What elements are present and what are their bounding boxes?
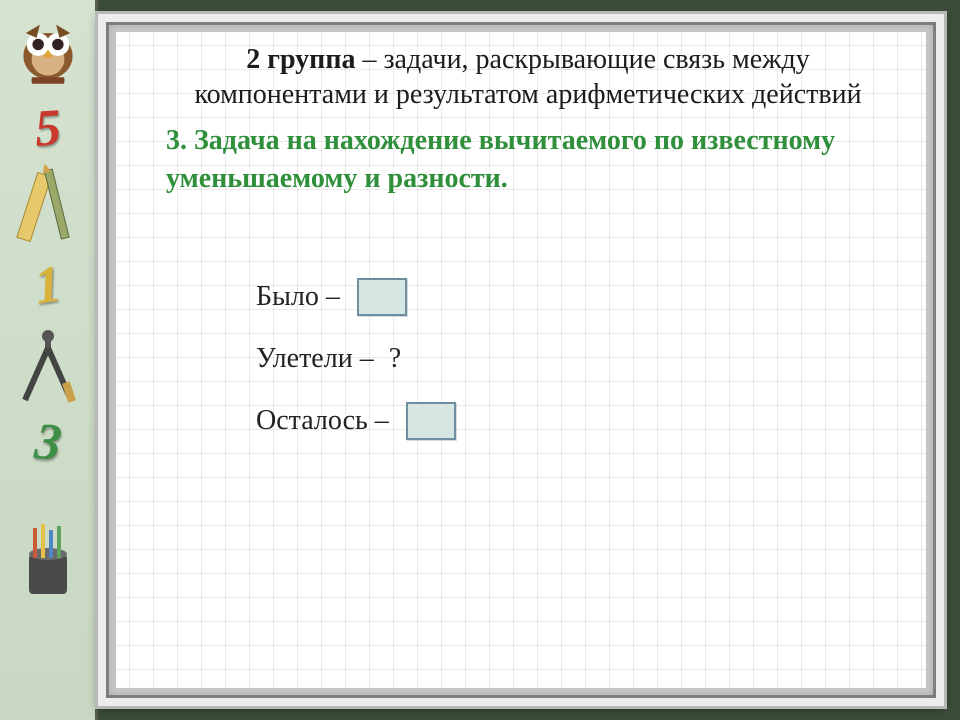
row-had-label: Было –: [256, 281, 347, 313]
compass-icon: [9, 322, 87, 408]
task-rows: Было – Улетели – ? Осталось –: [166, 268, 890, 450]
task-number: 3: [166, 125, 180, 156]
slide-stage: 5 1 3: [0, 0, 960, 720]
owl-mascot-icon: [7, 10, 89, 92]
content-panel: 2 группа – задачи, раскрывающие связь ме…: [98, 14, 944, 706]
row-left: Осталось –: [256, 392, 890, 450]
question-mark: ?: [389, 343, 401, 375]
sidebar: 5 1 3: [0, 0, 98, 720]
row-flew-label: Улетели –: [256, 343, 381, 375]
row-had: Было –: [256, 268, 890, 326]
value-slot: [406, 402, 456, 440]
value-slot: [357, 278, 407, 316]
task-title: 3. Задача на нахождение вычитаемого по и…: [166, 122, 890, 198]
row-flew-away: Улетели – ?: [256, 330, 890, 388]
owl-mascot: [5, 8, 91, 94]
group-subtitle-bold: 2 группа: [246, 44, 355, 75]
ruler-pencil-icon: [9, 165, 87, 251]
group-subtitle: 2 группа – задачи, раскрывающие связь ме…: [166, 42, 890, 112]
pencil-cup-icon: [9, 478, 87, 588]
sidebar-digit-1: 1: [31, 261, 63, 311]
task-title-text: . Задача на нахождение вычитаемого по из…: [166, 125, 835, 194]
sidebar-digit-5: 5: [33, 105, 62, 153]
sidebar-digit-3: 3: [32, 418, 63, 467]
row-left-label: Осталось –: [256, 405, 396, 437]
